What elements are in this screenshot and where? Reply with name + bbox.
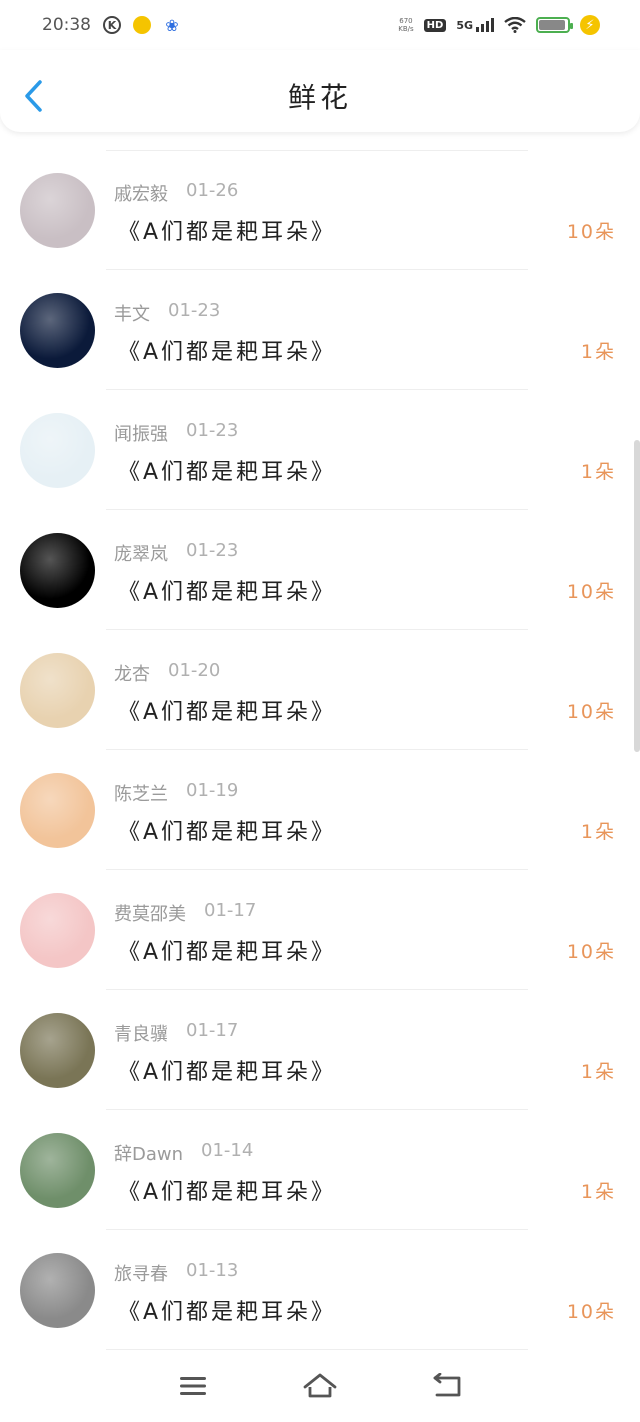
flower-count: 10朵 (566, 221, 616, 243)
menu-button[interactable] (173, 1366, 213, 1406)
charging-icon: ⚡ (580, 15, 600, 35)
user-name: 丰文 (114, 304, 150, 325)
net-speed-unit: KB/s (398, 25, 414, 33)
avatar[interactable] (20, 653, 95, 728)
item-meta: 闻振强 01-23 (114, 420, 238, 446)
item-date: 01-14 (201, 1140, 254, 1161)
flower-count: 10朵 (566, 581, 616, 603)
flower-list: 戚宏毅 01-26 《A们都是耙耳朵》 10朵 丰文 01-23 《A们都是耙耳… (0, 150, 640, 1350)
hd-badge: HD (423, 18, 447, 32)
user-name: 青良骥 (114, 1024, 168, 1045)
user-name: 费莫邵美 (114, 904, 186, 925)
flower-count: 1朵 (580, 461, 616, 483)
item-meta: 旅寻春 01-13 (114, 1260, 238, 1286)
item-date: 01-17 (204, 900, 257, 921)
wifi-icon (504, 17, 526, 33)
menu-icon (180, 1377, 207, 1395)
avatar[interactable] (20, 173, 95, 248)
item-date: 01-13 (186, 1260, 239, 1281)
baidu-paw-icon: ❀ (165, 15, 179, 35)
return-icon (433, 1373, 461, 1397)
user-name: 戚宏毅 (114, 184, 168, 205)
avatar[interactable] (20, 1013, 95, 1088)
k-app-icon: K (103, 16, 121, 34)
user-name: 闻振强 (114, 424, 168, 445)
avatar[interactable] (20, 1133, 95, 1208)
flower-count: 10朵 (566, 701, 616, 723)
avatar[interactable] (20, 1253, 95, 1328)
work-title: 《A们都是耙耳朵》 (118, 220, 337, 245)
page-title: 鲜花 (287, 81, 352, 114)
work-title: 《A们都是耙耳朵》 (118, 1060, 337, 1085)
flower-count: 10朵 (566, 1301, 616, 1323)
work-title: 《A们都是耙耳朵》 (118, 1300, 337, 1325)
item-meta: 戚宏毅 01-26 (114, 180, 238, 206)
item-date: 01-26 (186, 180, 239, 201)
list-item[interactable]: 戚宏毅 01-26 《A们都是耙耳朵》 10朵 (0, 150, 640, 270)
user-name: 庞翠岚 (114, 544, 168, 565)
avatar[interactable] (20, 773, 95, 848)
network-type: 5G (456, 19, 473, 32)
nav-header: 鲜花 (0, 50, 640, 132)
item-date: 01-23 (186, 540, 239, 561)
item-meta: 青良骥 01-17 (114, 1020, 238, 1046)
avatar[interactable] (20, 293, 95, 368)
work-title: 《A们都是耙耳朵》 (118, 820, 337, 845)
item-date: 01-19 (186, 780, 239, 801)
item-date: 01-17 (186, 1020, 239, 1041)
item-date: 01-23 (186, 420, 239, 441)
status-bar: 20:38 K ❀ 670 KB/s HD 5G ⚡ (0, 0, 640, 50)
flower-count: 1朵 (580, 341, 616, 363)
work-title: 《A们都是耙耳朵》 (118, 940, 337, 965)
work-title: 《A们都是耙耳朵》 (118, 700, 337, 725)
avatar[interactable] (20, 413, 95, 488)
user-name: 旅寻春 (114, 1264, 168, 1285)
item-date: 01-20 (168, 660, 221, 681)
battery-icon (536, 17, 573, 33)
user-name: 辞Dawn (114, 1144, 184, 1165)
user-name: 龙杏 (114, 664, 150, 685)
back-nav-button[interactable] (427, 1366, 467, 1406)
flower-count: 10朵 (566, 941, 616, 963)
signal-icon: 5G (456, 18, 494, 32)
list-item[interactable]: 青良骥 01-17 《A们都是耙耳朵》 1朵 (0, 990, 640, 1110)
work-title: 《A们都是耙耳朵》 (118, 580, 337, 605)
avatar[interactable] (20, 533, 95, 608)
home-icon (303, 1373, 337, 1398)
list-item[interactable]: 辞Dawn 01-14 《A们都是耙耳朵》 1朵 (0, 1110, 640, 1230)
flower-count: 1朵 (580, 1181, 616, 1203)
system-nav-bar (0, 1350, 640, 1422)
work-title: 《A们都是耙耳朵》 (118, 1180, 337, 1205)
work-title: 《A们都是耙耳朵》 (118, 460, 337, 485)
list-item[interactable]: 闻振强 01-23 《A们都是耙耳朵》 1朵 (0, 390, 640, 510)
list-item[interactable]: 费莫邵美 01-17 《A们都是耙耳朵》 10朵 (0, 870, 640, 990)
net-speed-value: 670 (399, 17, 413, 25)
screen: 20:38 K ❀ 670 KB/s HD 5G ⚡ 鲜花 戚宏毅 01-26 … (0, 0, 640, 1422)
net-speed: 670 KB/s (398, 17, 413, 33)
flower-count: 1朵 (580, 1061, 616, 1083)
scrollbar[interactable] (634, 440, 640, 752)
list-item[interactable]: 丰文 01-23 《A们都是耙耳朵》 1朵 (0, 270, 640, 390)
list-item[interactable]: 龙杏 01-20 《A们都是耙耳朵》 10朵 (0, 630, 640, 750)
status-time: 20:38 (42, 15, 91, 35)
avatar[interactable] (20, 893, 95, 968)
item-meta: 费莫邵美 01-17 (114, 900, 256, 926)
item-meta: 辞Dawn 01-14 (114, 1140, 253, 1166)
item-meta: 龙杏 01-20 (114, 660, 220, 686)
item-meta: 丰文 01-23 (114, 300, 220, 326)
list-item[interactable]: 庞翠岚 01-23 《A们都是耙耳朵》 10朵 (0, 510, 640, 630)
list-item[interactable]: 旅寻春 01-13 《A们都是耙耳朵》 10朵 (0, 1230, 640, 1350)
list-item[interactable]: 陈芝兰 01-19 《A们都是耙耳朵》 1朵 (0, 750, 640, 870)
item-date: 01-23 (168, 300, 221, 321)
home-button[interactable] (300, 1366, 340, 1406)
user-name: 陈芝兰 (114, 784, 168, 805)
duck-app-icon (133, 16, 151, 34)
work-title: 《A们都是耙耳朵》 (118, 340, 337, 365)
item-meta: 陈芝兰 01-19 (114, 780, 238, 806)
item-meta: 庞翠岚 01-23 (114, 540, 238, 566)
flower-count: 1朵 (580, 821, 616, 843)
